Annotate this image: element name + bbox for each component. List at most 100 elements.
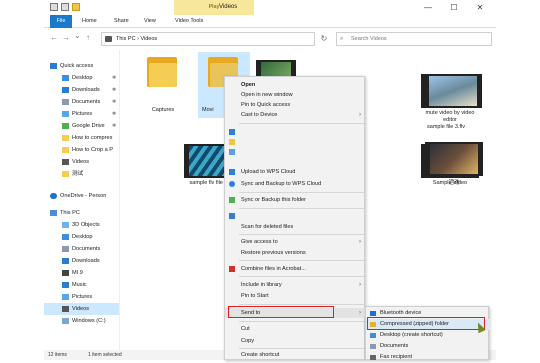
breadcrumb[interactable]: This PC › Videos — [116, 36, 157, 42]
nav-item-videos[interactable]: Videos — [44, 156, 119, 168]
send-to-submenu: Bluetooth device Compressed (zipped) fol… — [365, 306, 490, 363]
new-folder-icon[interactable] — [72, 3, 80, 11]
nav-pc-music[interactable]: Music — [44, 279, 119, 291]
menu-label: Open — [241, 82, 256, 88]
menu-icon-row[interactable] — [225, 127, 366, 137]
app-icon — [229, 129, 235, 135]
nav-label: Pictures — [72, 111, 93, 117]
menu-separator — [239, 348, 364, 349]
nav-pc-3d-objects[interactable]: 3D Objects — [44, 219, 119, 231]
folder-icon — [62, 135, 69, 141]
properties-icon[interactable] — [61, 3, 69, 11]
document-icon — [62, 99, 69, 105]
menu-separator — [239, 208, 364, 209]
menu-open[interactable]: Open — [225, 80, 366, 90]
save-icon[interactable] — [50, 3, 58, 11]
pictures-icon — [62, 294, 69, 300]
search-input[interactable]: ⌕ Search Videos — [336, 32, 492, 46]
nav-label: OneDrive - Person — [60, 193, 107, 199]
menu-label: Sync or Backup this folder — [241, 197, 306, 203]
nav-label: MI 9 — [72, 270, 83, 276]
pin-icon: ✱ — [112, 75, 117, 81]
document-icon — [62, 246, 69, 252]
up-button[interactable]: ↑ — [86, 33, 90, 42]
tab-video-tools[interactable]: Video Tools — [175, 15, 203, 28]
send-to-fax[interactable]: Fax recipient — [366, 352, 490, 363]
nav-onedrive[interactable]: OneDrive - Person — [44, 190, 119, 202]
menu-scan-deleted[interactable]: Scan for deleted files — [225, 222, 366, 232]
menu-sync-folder[interactable]: Sync or Backup this folder — [225, 195, 366, 205]
menu-sync-backup-wps[interactable]: Sync and Backup to WPS Cloud — [225, 179, 366, 189]
menu-cut[interactable]: Cut — [225, 324, 366, 334]
menu-include-library[interactable]: Include in library › — [225, 280, 366, 290]
close-button[interactable]: ✕ — [468, 0, 492, 15]
send-to-documents[interactable]: Documents — [366, 341, 490, 352]
tab-file[interactable]: File — [50, 15, 72, 28]
back-button[interactable]: ← — [50, 33, 58, 42]
menu-icon-row[interactable] — [225, 137, 366, 147]
menu-give-access[interactable]: Give access to › — [225, 237, 366, 247]
tab-share[interactable]: Share — [114, 15, 129, 28]
nav-item-desktop[interactable]: Desktop ✱ — [44, 72, 119, 84]
cube-icon — [62, 222, 69, 228]
chevron-right-icon: › — [359, 239, 361, 245]
nav-item-documents[interactable]: Documents ✱ — [44, 96, 119, 108]
app-icon — [229, 213, 235, 219]
menu-separator — [239, 123, 364, 124]
nav-label: Desktop — [72, 234, 93, 240]
tab-view[interactable]: View — [144, 15, 156, 28]
nav-pc-downloads[interactable]: Downloads — [44, 255, 119, 267]
send-to-desktop[interactable]: Desktop (create shortcut) — [366, 330, 490, 341]
tab-home[interactable]: Home — [82, 15, 97, 28]
video-icon — [62, 306, 69, 312]
refresh-button[interactable]: ↻ — [317, 32, 331, 46]
maximize-button[interactable]: ☐ — [442, 0, 466, 15]
google-drive-icon — [229, 197, 235, 203]
menu-open-new-window[interactable]: Open in new window — [225, 90, 366, 100]
nav-pc-mi9[interactable]: MI 9 — [44, 267, 119, 279]
menu-restore-versions[interactable]: Restore previous versions — [225, 248, 366, 258]
menu-icon-row[interactable] — [225, 147, 366, 157]
menu-upload-wps[interactable]: Upload to WPS Cloud — [225, 167, 366, 177]
nav-item-google-drive[interactable]: Google Drive ✱ — [44, 120, 119, 132]
drive-icon — [62, 318, 69, 324]
nav-pc-videos[interactable]: Videos — [44, 303, 119, 315]
item-count: 12 items — [48, 352, 67, 358]
menu-combine-acrobat[interactable]: Combine files in Acrobat... — [225, 264, 366, 274]
pin-icon: ✱ — [112, 123, 117, 129]
nav-item-folder[interactable]: 测试 — [44, 168, 119, 180]
nav-item-folder[interactable]: How to Crop a P — [44, 144, 119, 156]
nav-item-pictures[interactable]: Pictures ✱ — [44, 108, 119, 120]
nav-quick-access[interactable]: Quick access — [44, 60, 119, 72]
nav-pc-pictures[interactable]: Pictures — [44, 291, 119, 303]
item-label: 活动 — [448, 180, 460, 186]
chevron-right-icon: › — [359, 112, 361, 118]
desktop-icon — [62, 234, 69, 240]
menu-cast-to-device[interactable]: Cast to Device › — [225, 110, 366, 120]
menu-separator — [239, 304, 364, 305]
selection-count: 1 item selected — [88, 352, 122, 358]
menu-create-shortcut[interactable]: Create shortcut — [225, 350, 366, 360]
play-context-tab[interactable]: Play — [174, 0, 254, 15]
minimize-button[interactable]: — — [416, 0, 440, 15]
menu-pin-quick-access[interactable]: Pin to Quick access — [225, 100, 366, 110]
menu-label: Cast to Device — [241, 112, 278, 118]
recent-dropdown[interactable]: ⌄ — [74, 31, 81, 40]
nav-item-downloads[interactable]: Downloads ✱ — [44, 84, 119, 96]
menu-copy[interactable]: Copy — [225, 336, 366, 346]
nav-this-pc[interactable]: This PC — [44, 207, 119, 219]
nav-item-folder[interactable]: How to compres — [44, 132, 119, 144]
menu-label: Cut — [241, 326, 250, 332]
menu-label: Restore previous versions — [241, 250, 306, 256]
menu-separator — [239, 234, 364, 235]
nav-pc-desktop[interactable]: Desktop — [44, 231, 119, 243]
video-thumbnail — [424, 74, 482, 108]
forward-button[interactable]: → — [62, 33, 70, 42]
nav-pc-documents[interactable]: Documents — [44, 243, 119, 255]
app-icon — [229, 149, 235, 155]
menu-pin-start[interactable]: Pin to Start — [225, 291, 366, 301]
nav-pc-windows-c[interactable]: Windows (C:) — [44, 315, 119, 327]
nav-label: Videos — [72, 306, 90, 312]
menu-icon-row[interactable] — [225, 211, 366, 221]
address-box[interactable]: This PC › Videos — [101, 32, 315, 46]
